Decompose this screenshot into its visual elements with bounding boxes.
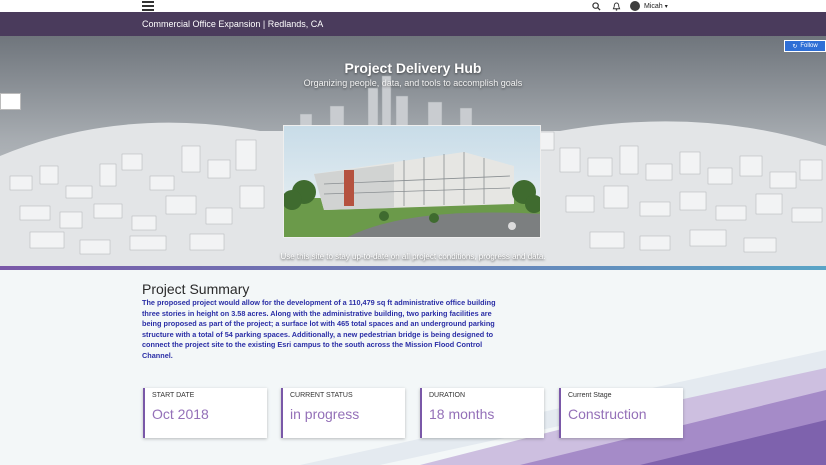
bell-icon[interactable] — [612, 1, 621, 11]
start-date-card: START DATE Oct 2018 — [143, 388, 267, 438]
hero-title: Project Delivery Hub — [344, 60, 482, 76]
follow-label: Follow — [800, 43, 818, 49]
hero-banner: Project Delivery Hub Organizing people, … — [0, 36, 826, 266]
card-value: 18 months — [429, 406, 495, 422]
summary-body: The proposed project would allow for the… — [142, 298, 496, 360]
current-status-card: CURRENT STATUS in progress — [281, 388, 405, 438]
side-panel-toggle[interactable] — [0, 93, 21, 110]
top-utility-bar: Micah ▾ — [0, 0, 826, 12]
card-value: Construction — [568, 406, 647, 422]
user-name: Micah — [644, 2, 663, 10]
card-value: Oct 2018 — [152, 406, 209, 422]
card-label: CURRENT STATUS — [290, 392, 353, 399]
card-label: START DATE — [152, 392, 195, 399]
avatar — [630, 1, 640, 11]
card-label: DURATION — [429, 392, 466, 399]
card-value: in progress — [290, 406, 360, 422]
hamburger-menu-icon[interactable] — [142, 1, 154, 11]
current-stage-card: Current Stage Construction — [559, 388, 683, 438]
hero-caption: Use this site to stay up-to-date on all … — [280, 252, 546, 261]
summary-title: Project Summary — [142, 281, 250, 297]
duration-card: DURATION 18 months — [420, 388, 544, 438]
hero-subtitle: Organizing people, data, and tools to ac… — [303, 78, 523, 88]
building-rendering-image — [283, 125, 541, 238]
follow-button[interactable]: ↻ Follow — [784, 40, 826, 52]
search-icon[interactable] — [592, 1, 601, 11]
card-label: Current Stage — [568, 392, 612, 399]
site-title[interactable]: Commercial Office Expansion | Redlands, … — [142, 19, 323, 29]
site-title-bar: Commercial Office Expansion | Redlands, … — [0, 12, 826, 36]
follow-icon: ↻ — [792, 43, 798, 50]
chevron-down-icon: ▾ — [664, 3, 668, 10]
user-menu[interactable]: Micah ▾ — [630, 1, 668, 11]
main-content: Project Summary The proposed project wou… — [0, 270, 826, 465]
